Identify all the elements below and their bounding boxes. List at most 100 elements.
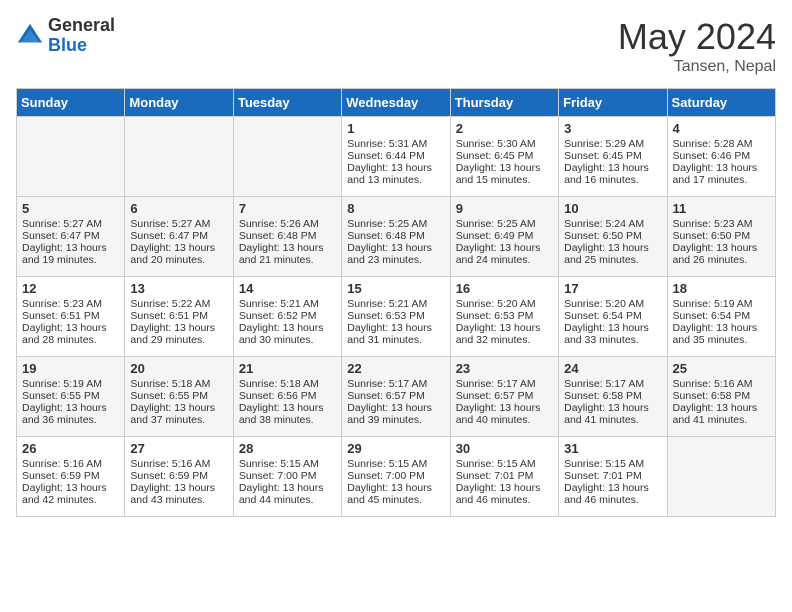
day-info-line: Sunset: 6:51 PM — [130, 310, 227, 322]
day-info-line: Sunrise: 5:15 AM — [239, 458, 336, 470]
day-info-line: and 31 minutes. — [347, 334, 444, 346]
day-info-line: Sunset: 6:58 PM — [564, 390, 661, 402]
day-info-line: Sunset: 6:47 PM — [130, 230, 227, 242]
calendar-cell: 21 Sunrise: 5:18 AMSunset: 6:56 PMDayligh… — [233, 357, 341, 437]
day-info-line: Sunset: 6:55 PM — [22, 390, 119, 402]
day-info-line: Daylight: 13 hours — [347, 482, 444, 494]
day-info-line: Daylight: 13 hours — [22, 322, 119, 334]
day-info-line: Sunset: 7:01 PM — [564, 470, 661, 482]
day-number: 15 — [347, 281, 444, 296]
calendar-cell — [17, 117, 125, 197]
day-number: 14 — [239, 281, 336, 296]
day-info-line: Sunrise: 5:29 AM — [564, 138, 661, 150]
day-number: 10 — [564, 201, 661, 216]
day-info-line: Sunset: 6:57 PM — [456, 390, 553, 402]
day-info-line: Sunset: 6:48 PM — [347, 230, 444, 242]
day-info-line: Sunset: 6:45 PM — [456, 150, 553, 162]
calendar-cell: 17Sunrise: 5:20 AMSunset: 6:54 PMDayligh… — [559, 277, 667, 357]
calendar-week-row: 26Sunrise: 5:16 AMSunset: 6:59 PMDayligh… — [17, 437, 776, 517]
calendar-cell: 15Sunrise: 5:21 AMSunset: 6:53 PMDayligh… — [342, 277, 450, 357]
day-info-line: and 39 minutes. — [347, 414, 444, 426]
day-info-line: and 26 minutes. — [673, 254, 770, 266]
day-info-line: Daylight: 13 hours — [130, 482, 227, 494]
day-info-line: Sunrise: 5:21 AM — [239, 298, 336, 310]
day-info-line: Sunrise: 5:26 AM — [239, 218, 336, 230]
day-info-line: and 17 minutes. — [673, 174, 770, 186]
calendar-cell — [125, 117, 233, 197]
logo-icon — [16, 22, 44, 50]
day-info-line: Sunrise: 5:18 AM — [239, 378, 336, 390]
day-number: 21 — [239, 361, 336, 376]
calendar-cell: 11Sunrise: 5:23 AMSunset: 6:50 PMDayligh… — [667, 197, 775, 277]
day-info-line: and 29 minutes. — [130, 334, 227, 346]
day-of-week-header: Saturday — [667, 89, 775, 117]
day-info-line: Sunrise: 5:22 AM — [130, 298, 227, 310]
day-info-line: Daylight: 13 hours — [347, 162, 444, 174]
day-info-line: Daylight: 13 hours — [673, 402, 770, 414]
day-info-line: and 23 minutes. — [347, 254, 444, 266]
day-info-line: Sunrise: 5:17 AM — [456, 378, 553, 390]
day-number: 24 — [564, 361, 661, 376]
calendar-cell: 25Sunrise: 5:16 AMSunset: 6:58 PMDayligh… — [667, 357, 775, 437]
day-info-line: Daylight: 13 hours — [347, 322, 444, 334]
day-number: 23 — [456, 361, 553, 376]
calendar-cell: 28Sunrise: 5:15 AMSunset: 7:00 PMDayligh… — [233, 437, 341, 517]
day-info-line: Sunset: 6:59 PM — [130, 470, 227, 482]
day-info-line: and 20 minutes. — [130, 254, 227, 266]
month-year: May 2024 — [618, 16, 776, 58]
calendar-week-row: 12Sunrise: 5:23 AMSunset: 6:51 PMDayligh… — [17, 277, 776, 357]
day-info-line: Sunrise: 5:15 AM — [456, 458, 553, 470]
day-info-line: Sunset: 6:46 PM — [673, 150, 770, 162]
day-info-line: and 43 minutes. — [130, 494, 227, 506]
day-info-line: and 19 minutes. — [22, 254, 119, 266]
calendar-cell: 4Sunrise: 5:28 AMSunset: 6:46 PMDaylight… — [667, 117, 775, 197]
day-info-line: Daylight: 13 hours — [564, 162, 661, 174]
day-info-line: and 38 minutes. — [239, 414, 336, 426]
day-info-line: Daylight: 13 hours — [130, 242, 227, 254]
day-info-line: Sunrise: 5:18 AM — [130, 378, 227, 390]
calendar-cell: 23 Sunrise: 5:17 AMSunset: 6:57 PMDayligh… — [450, 357, 558, 437]
day-info-line: and 46 minutes. — [456, 494, 553, 506]
day-number: 25 — [673, 361, 770, 376]
day-info-line: and 28 minutes. — [22, 334, 119, 346]
day-info-line: Daylight: 13 hours — [239, 322, 336, 334]
day-info-line: Sunrise: 5:17 AM — [347, 378, 444, 390]
day-info-line: Sunset: 6:56 PM — [239, 390, 336, 402]
day-info-line: Daylight: 13 hours — [673, 242, 770, 254]
day-info-line: and 33 minutes. — [564, 334, 661, 346]
day-number: 30 — [456, 441, 553, 456]
day-number: 5 — [22, 201, 119, 216]
day-info-line: Daylight: 13 hours — [22, 242, 119, 254]
day-info-line: Sunrise: 5:15 AM — [564, 458, 661, 470]
day-of-week-header: Thursday — [450, 89, 558, 117]
calendar-cell — [667, 437, 775, 517]
calendar-cell: 13Sunrise: 5:22 AMSunset: 6:51 PMDayligh… — [125, 277, 233, 357]
day-info-line: Daylight: 13 hours — [239, 402, 336, 414]
day-of-week-header: Tuesday — [233, 89, 341, 117]
day-info-line: Sunset: 6:57 PM — [347, 390, 444, 402]
day-info-line: and 13 minutes. — [347, 174, 444, 186]
day-number: 7 — [239, 201, 336, 216]
logo-blue-text: Blue — [48, 36, 115, 56]
day-info-line: Sunrise: 5:23 AM — [22, 298, 119, 310]
calendar-cell: 30Sunrise: 5:15 AMSunset: 7:01 PMDayligh… — [450, 437, 558, 517]
calendar-cell: 22Sunrise: 5:17 AMSunset: 6:57 PMDayligh… — [342, 357, 450, 437]
day-info-line: Sunrise: 5:25 AM — [347, 218, 444, 230]
day-info-line: Sunset: 6:55 PM — [130, 390, 227, 402]
calendar-cell: 8Sunrise: 5:25 AMSunset: 6:48 PMDaylight… — [342, 197, 450, 277]
day-info-line: Sunrise: 5:17 AM — [564, 378, 661, 390]
day-info-line: Sunrise: 5:27 AM — [22, 218, 119, 230]
day-info-line: and 32 minutes. — [456, 334, 553, 346]
day-info-line: Daylight: 13 hours — [564, 482, 661, 494]
calendar-cell: 20Sunrise: 5:18 AMSunset: 6:55 PMDayligh… — [125, 357, 233, 437]
day-of-week-header: Friday — [559, 89, 667, 117]
day-info-line: Daylight: 13 hours — [456, 402, 553, 414]
day-info-line: Sunset: 6:53 PM — [347, 310, 444, 322]
day-info-line: and 30 minutes. — [239, 334, 336, 346]
day-info-line: and 41 minutes. — [564, 414, 661, 426]
day-info-line: Sunset: 6:51 PM — [22, 310, 119, 322]
calendar-cell: 5Sunrise: 5:27 AMSunset: 6:47 PMDaylight… — [17, 197, 125, 277]
calendar-cell: 29Sunrise: 5:15 AMSunset: 7:00 PMDayligh… — [342, 437, 450, 517]
day-info-line: Sunset: 6:50 PM — [673, 230, 770, 242]
day-info-line: Daylight: 13 hours — [673, 162, 770, 174]
